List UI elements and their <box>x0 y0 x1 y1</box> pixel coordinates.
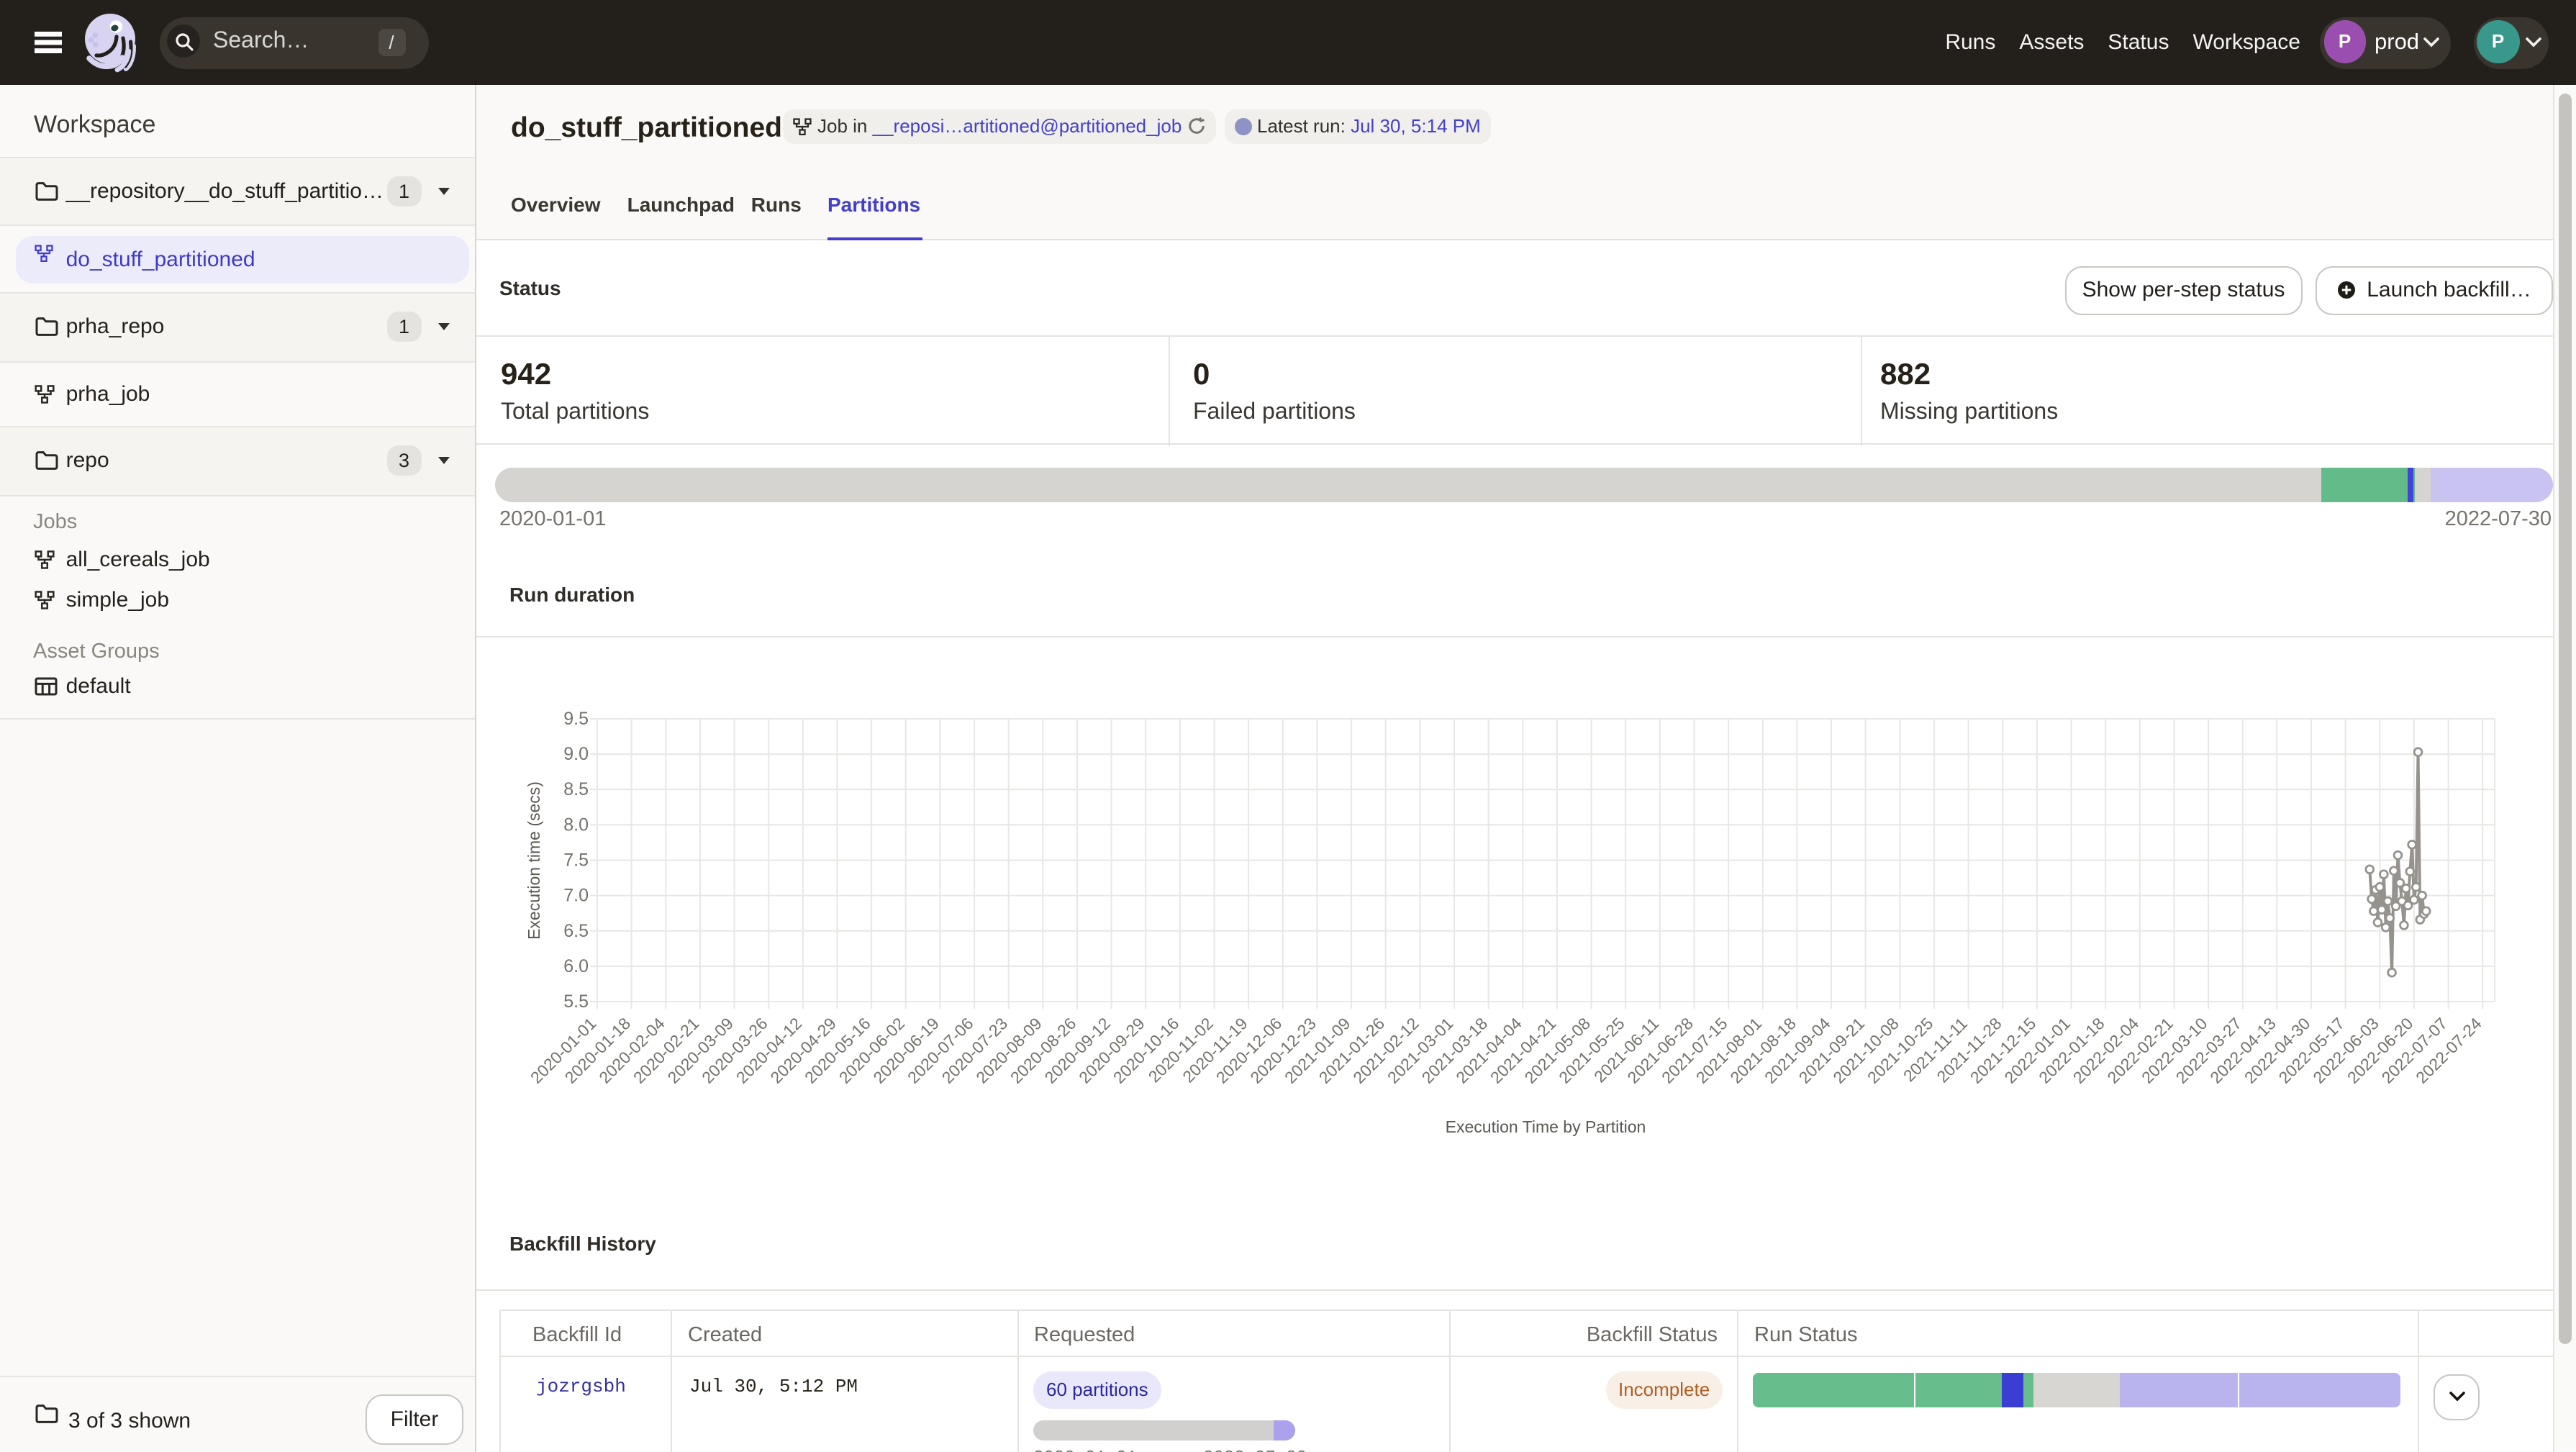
svg-text:6.0: 6.0 <box>563 956 589 976</box>
svg-text:6.5: 6.5 <box>563 921 589 941</box>
svg-text:9.0: 9.0 <box>563 744 589 764</box>
svg-text:8.0: 8.0 <box>563 815 589 835</box>
svg-text:Execution Time by Partition: Execution Time by Partition <box>1446 1117 1646 1136</box>
svg-text:9.5: 9.5 <box>563 709 589 729</box>
svg-text:7.0: 7.0 <box>563 886 589 906</box>
svg-text:7.5: 7.5 <box>563 850 589 871</box>
svg-text:8.5: 8.5 <box>563 779 589 799</box>
svg-text:Execution time (secs): Execution time (secs) <box>525 781 543 940</box>
svg-text:5.5: 5.5 <box>563 992 589 1012</box>
